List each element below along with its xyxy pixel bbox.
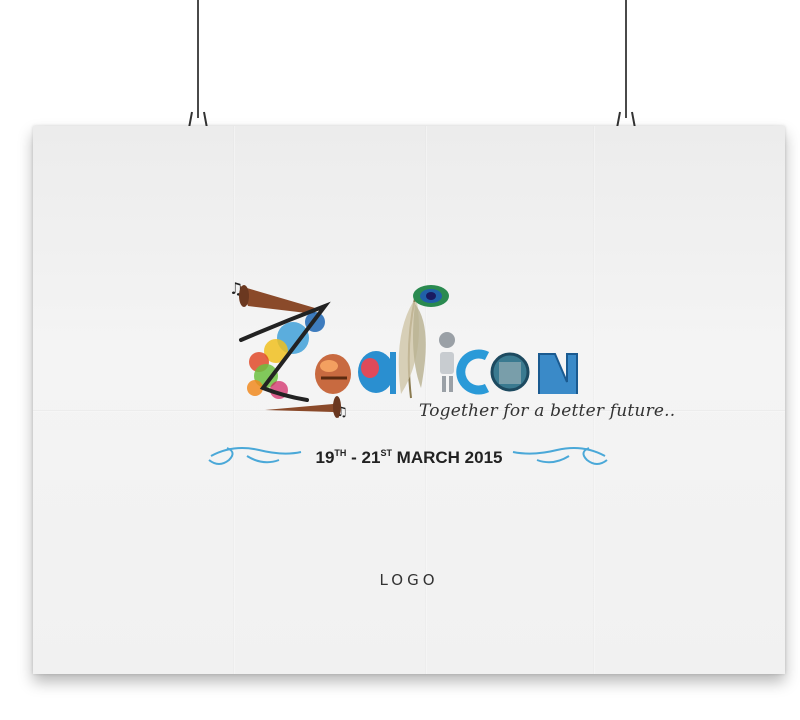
date-month-year: MARCH 2015 xyxy=(391,448,503,467)
date-end-day: - 21 xyxy=(346,448,381,467)
date-start-suffix: TH xyxy=(334,448,347,458)
hanging-wire-left xyxy=(197,0,199,118)
hanging-wire-right xyxy=(625,0,627,118)
letter-o xyxy=(490,352,530,392)
letter-a xyxy=(358,351,396,394)
logo-placeholder-label: LOGO xyxy=(379,571,439,589)
date-end-suffix: ST xyxy=(380,448,392,458)
hanging-poster: ♫ ♫ Together for a better future.. 19TH … xyxy=(33,126,785,674)
trumpet-icon xyxy=(239,285,315,314)
date-start-day: 19 xyxy=(315,448,335,467)
robot-icon xyxy=(439,332,455,392)
letter-n xyxy=(538,353,578,394)
logo-tagline: Together for a better future.. xyxy=(419,401,676,421)
event-date: 19TH - 21ST MARCH 2015 xyxy=(33,448,785,468)
letter-e xyxy=(315,354,351,394)
zealicon-logo-artwork: ♫ ♫ xyxy=(208,279,608,465)
